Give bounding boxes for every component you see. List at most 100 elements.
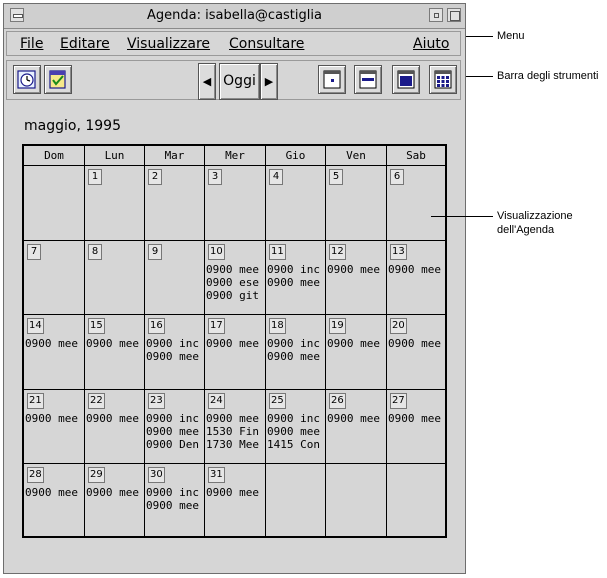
appointment-list[interactable]: 0900 mee [86, 486, 144, 499]
day-cell[interactable]: 31 0900 mee [205, 464, 266, 538]
day-number[interactable]: 21 [27, 393, 44, 409]
day-cell[interactable]: 6 [387, 166, 445, 241]
day-number[interactable]: 12 [329, 244, 346, 260]
day-number[interactable]: 5 [329, 169, 343, 185]
appointment-list[interactable]: 0900 mee [25, 486, 84, 499]
day-cell[interactable]: 29 0900 mee [85, 464, 145, 538]
appointment-list[interactable]: 0900 mee [86, 337, 144, 350]
day-number[interactable]: 26 [329, 393, 346, 409]
day-cell[interactable]: 25 0900 inc 0900 mee 1415 Con [266, 390, 326, 464]
day-cell[interactable]: 2 [145, 166, 205, 241]
appointment-list[interactable]: 0900 inc 0900 mee [146, 486, 204, 512]
minimize-button[interactable] [429, 8, 443, 22]
day-cell[interactable]: 16 0900 inc 0900 mee [145, 315, 205, 390]
day-number[interactable]: 30 [148, 467, 165, 483]
day-cell[interactable]: 21 0900 mee [24, 390, 85, 464]
day-cell[interactable]: 8 [85, 241, 145, 315]
day-cell[interactable]: 26 0900 mee [326, 390, 387, 464]
appointment-list[interactable]: 0900 mee [388, 263, 445, 276]
day-cell[interactable]: 3 [205, 166, 266, 241]
year-view-button[interactable] [429, 65, 457, 94]
day-cell[interactable]: 10 0900 mee 0900 ese 0900 git [205, 241, 266, 315]
menu-consultare[interactable]: Consultare [229, 36, 304, 52]
day-number[interactable]: 4 [269, 169, 283, 185]
appointment-list[interactable]: 0900 inc 0900 mee [267, 263, 325, 289]
menu-visualizzare[interactable]: Visualizzare [127, 36, 210, 52]
day-number[interactable]: 11 [269, 244, 286, 260]
appointment-list[interactable]: 0900 inc 0900 mee [267, 337, 325, 363]
next-button[interactable]: ▶ [260, 63, 278, 100]
appointment-list[interactable]: 0900 mee 1530 Fin 1730 Mee [206, 412, 265, 451]
appointment-list[interactable]: 0900 inc 0900 mee 1415 Con [267, 412, 325, 451]
day-cell[interactable]: 4 [266, 166, 326, 241]
appointment-list[interactable]: 0900 mee [327, 337, 386, 350]
day-cell[interactable]: 19 0900 mee [326, 315, 387, 390]
appointment-list[interactable]: 0900 mee 0900 ese 0900 git [206, 263, 265, 302]
maximize-button[interactable] [447, 8, 461, 22]
day-cell[interactable]: 15 0900 mee [85, 315, 145, 390]
menu-file[interactable]: File [20, 36, 43, 52]
day-cell[interactable]: 23 0900 inc 0900 mee 0900 Den [145, 390, 205, 464]
day-number[interactable]: 23 [148, 393, 165, 409]
appointment-list[interactable]: 0900 mee [25, 337, 84, 350]
day-number[interactable]: 6 [390, 169, 404, 185]
day-number[interactable]: 22 [88, 393, 105, 409]
menu-aiuto[interactable]: Aiuto [413, 36, 449, 52]
day-cell[interactable]: 18 0900 inc 0900 mee [266, 315, 326, 390]
day-number[interactable]: 14 [27, 318, 44, 334]
day-number[interactable]: 28 [27, 467, 44, 483]
appointment-list[interactable]: 0900 mee [388, 337, 445, 350]
day-number[interactable]: 9 [148, 244, 162, 260]
day-cell[interactable]: 9 [145, 241, 205, 315]
appointment-list[interactable]: 0900 inc 0900 mee 0900 Den [146, 412, 204, 451]
week-view-button[interactable] [354, 65, 382, 94]
day-number[interactable]: 3 [208, 169, 222, 185]
appointment-list[interactable]: 0900 mee [25, 412, 84, 425]
day-number[interactable]: 13 [390, 244, 407, 260]
day-number[interactable]: 1 [88, 169, 102, 185]
day-number[interactable]: 16 [148, 318, 165, 334]
day-cell[interactable]: 28 0900 mee [24, 464, 85, 538]
day-cell[interactable]: 13 0900 mee [387, 241, 445, 315]
month-view-button[interactable] [392, 65, 420, 94]
title-bar[interactable]: Agenda: isabella@castiglia [4, 4, 465, 29]
day-number[interactable]: 17 [208, 318, 225, 334]
menu-editare[interactable]: Editare [60, 36, 110, 52]
appointment-button[interactable] [13, 65, 41, 94]
day-view-button[interactable] [318, 65, 346, 94]
day-number[interactable]: 20 [390, 318, 407, 334]
day-cell[interactable]: 27 0900 mee [387, 390, 445, 464]
day-number[interactable]: 2 [148, 169, 162, 185]
day-number[interactable]: 24 [208, 393, 225, 409]
day-number[interactable]: 7 [27, 244, 41, 260]
previous-button[interactable]: ◀ [198, 63, 216, 100]
day-cell[interactable]: 14 0900 mee [24, 315, 85, 390]
day-number[interactable]: 15 [88, 318, 105, 334]
day-number[interactable]: 19 [329, 318, 346, 334]
day-cell[interactable]: 20 0900 mee [387, 315, 445, 390]
appointment-list[interactable]: 0900 mee [327, 412, 386, 425]
day-cell[interactable]: 11 0900 inc 0900 mee [266, 241, 326, 315]
day-cell[interactable]: 22 0900 mee [85, 390, 145, 464]
day-number[interactable]: 10 [208, 244, 225, 260]
day-cell[interactable]: 24 0900 mee 1530 Fin 1730 Mee [205, 390, 266, 464]
day-number[interactable]: 18 [269, 318, 286, 334]
day-number[interactable]: 29 [88, 467, 105, 483]
day-cell[interactable]: 30 0900 inc 0900 mee [145, 464, 205, 538]
appointment-list[interactable]: 0900 mee [206, 337, 265, 350]
day-cell[interactable]: 1 [85, 166, 145, 241]
appointment-list[interactable]: 0900 mee [206, 486, 265, 499]
day-cell[interactable]: 17 0900 mee [205, 315, 266, 390]
day-number[interactable]: 31 [208, 467, 225, 483]
day-cell[interactable]: 5 [326, 166, 387, 241]
appointment-list[interactable]: 0900 mee [327, 263, 386, 276]
appointment-list[interactable]: 0900 mee [388, 412, 445, 425]
today-button[interactable]: Oggi [219, 63, 260, 100]
appointment-list[interactable]: 0900 mee [86, 412, 144, 425]
day-number[interactable]: 25 [269, 393, 286, 409]
day-number[interactable]: 8 [88, 244, 102, 260]
appointment-list[interactable]: 0900 inc 0900 mee [146, 337, 204, 363]
day-cell[interactable]: 7 [24, 241, 85, 315]
day-number[interactable]: 27 [390, 393, 407, 409]
day-cell[interactable]: 12 0900 mee [326, 241, 387, 315]
